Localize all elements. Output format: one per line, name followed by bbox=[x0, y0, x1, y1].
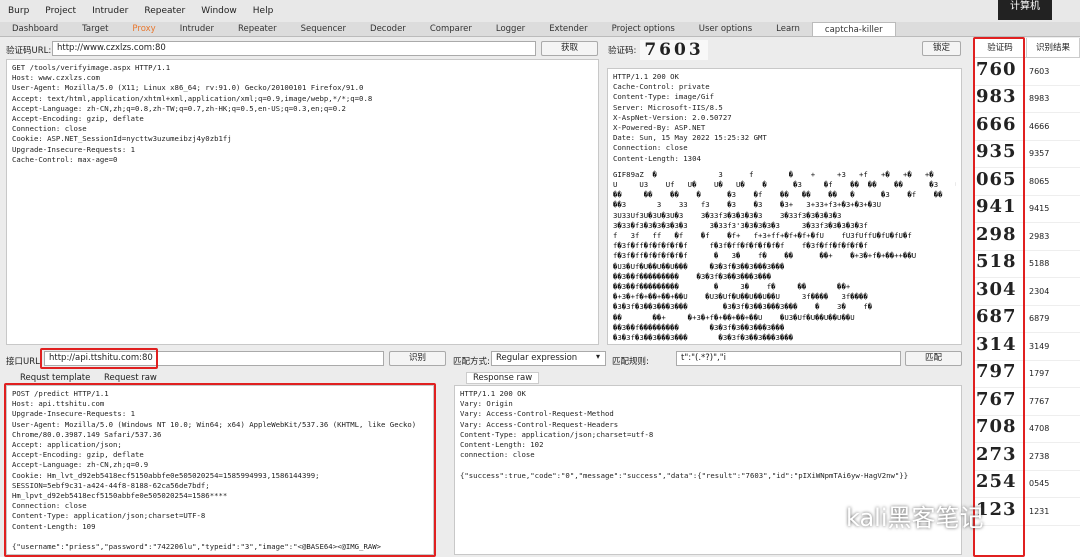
fetch-button[interactable]: 获取 bbox=[541, 41, 598, 56]
captcha-url-label: 验证码URL: bbox=[6, 46, 52, 56]
result-value: 1231 bbox=[1029, 506, 1050, 516]
tab-logger[interactable]: Logger bbox=[484, 22, 537, 36]
api-url-label: 接口URL: bbox=[6, 357, 43, 367]
match-rule-label: 匹配规则: bbox=[612, 357, 649, 367]
captcha-image: 7603 bbox=[640, 40, 708, 60]
chevron-down-icon[interactable]: ▾ bbox=[596, 352, 600, 361]
match-mode-select[interactable]: Regular expression bbox=[491, 351, 606, 366]
tab-proxy[interactable]: Proxy bbox=[120, 22, 167, 36]
captcha-response-binary: GIF89aZ � 3 f � + +3 +f +� +� +� U U3 Uf… bbox=[613, 169, 956, 343]
tab-project-options[interactable]: Project options bbox=[600, 22, 687, 36]
result-value: 2738 bbox=[1029, 451, 1050, 461]
result-value: 2983 bbox=[1029, 231, 1050, 241]
captcha-url-input[interactable]: http://www.czxlzs.com:80 bbox=[52, 41, 536, 56]
tab-decoder[interactable]: Decoder bbox=[358, 22, 418, 36]
highlight-api-url bbox=[40, 348, 158, 369]
menu-window[interactable]: Window bbox=[201, 6, 237, 16]
result-value: 1797 bbox=[1029, 369, 1050, 379]
result-value: 2304 bbox=[1029, 286, 1050, 296]
captcha-image-label: 验证码: bbox=[608, 46, 637, 56]
api-response-text: HTTP/1.1 200 OK Vary: Origin Vary: Acces… bbox=[460, 389, 909, 480]
menu-help[interactable]: Help bbox=[253, 6, 274, 16]
menu-intruder[interactable]: Intruder bbox=[92, 6, 128, 16]
identify-button[interactable]: 识别 bbox=[389, 351, 446, 366]
menu-burp[interactable]: Burp bbox=[8, 6, 29, 16]
menu-repeater[interactable]: Repeater bbox=[144, 6, 185, 16]
result-value: 4708 bbox=[1029, 424, 1050, 434]
captcha-request-panel[interactable]: GET /tools/verifyimage.aspx HTTP/1.1 Hos… bbox=[6, 59, 599, 345]
result-value: 5188 bbox=[1029, 259, 1050, 269]
match-mode-label: 匹配方式: bbox=[453, 357, 490, 367]
captcha-response-headers: HTTP/1.1 200 OK Cache-Control: private C… bbox=[613, 72, 767, 163]
menu-project[interactable]: Project bbox=[45, 6, 76, 16]
lock-button[interactable]: 锁定 bbox=[922, 41, 961, 56]
tab-extender[interactable]: Extender bbox=[537, 22, 599, 36]
tab-target[interactable]: Target bbox=[70, 22, 120, 36]
menu-bar: Burp Project Intruder Repeater Window He… bbox=[0, 0, 1080, 22]
result-value: 8983 bbox=[1029, 94, 1050, 104]
tab-captcha-killer[interactable]: captcha-killer bbox=[811, 22, 896, 36]
result-value: 8065 bbox=[1029, 176, 1050, 186]
watermark: kali黑客笔记 bbox=[846, 504, 984, 532]
result-value: 7603 bbox=[1029, 66, 1050, 76]
tab-request-template[interactable]: Requst template bbox=[20, 373, 90, 383]
tab-request-raw[interactable]: Request raw bbox=[104, 373, 157, 383]
tab-user-options[interactable]: User options bbox=[687, 22, 764, 36]
result-value: 9357 bbox=[1029, 149, 1050, 159]
highlight-api-request bbox=[4, 383, 436, 557]
tab-intruder[interactable]: Intruder bbox=[168, 22, 226, 36]
captcha-request-text: GET /tools/verifyimage.aspx HTTP/1.1 Hos… bbox=[12, 63, 373, 164]
result-value: 7767 bbox=[1029, 396, 1050, 406]
tab-comparer[interactable]: Comparer bbox=[418, 22, 484, 36]
tab-dashboard[interactable]: Dashboard bbox=[0, 22, 70, 36]
result-value: 9415 bbox=[1029, 204, 1050, 214]
tab-repeater[interactable]: Repeater bbox=[226, 22, 289, 36]
results-col-result[interactable]: 识别结果 bbox=[1027, 38, 1080, 57]
corner-overlay-label: 计算机 bbox=[998, 0, 1052, 20]
result-value: 0545 bbox=[1029, 479, 1050, 489]
match-rule-input[interactable]: t":"(.*?)","i bbox=[676, 351, 901, 366]
result-value: 4666 bbox=[1029, 121, 1050, 131]
main-tabs: Dashboard Target Proxy Intruder Repeater… bbox=[0, 22, 1080, 37]
tab-sequencer[interactable]: Sequencer bbox=[289, 22, 358, 36]
result-value: 6879 bbox=[1029, 314, 1050, 324]
highlight-results-box bbox=[973, 37, 1025, 557]
tab-learn[interactable]: Learn bbox=[764, 22, 812, 36]
match-button[interactable]: 匹配 bbox=[905, 351, 962, 366]
result-value: 3149 bbox=[1029, 341, 1050, 351]
tab-response-raw[interactable]: Response raw bbox=[466, 372, 540, 384]
captcha-response-panel[interactable]: HTTP/1.1 200 OK Cache-Control: private C… bbox=[607, 68, 962, 345]
